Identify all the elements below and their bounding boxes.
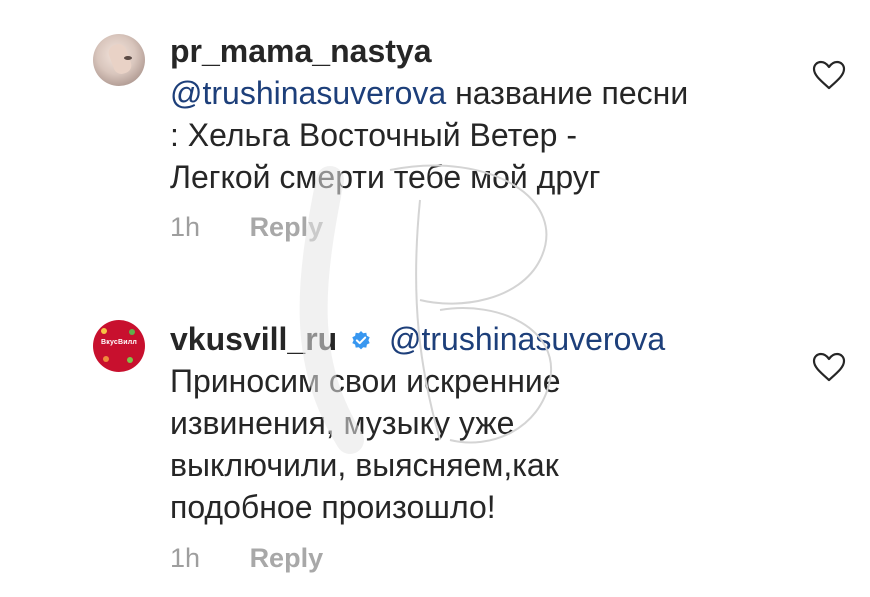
comment-meta: 1h Reply	[170, 543, 323, 574]
mention-link[interactable]: @trushinasuverova	[389, 321, 665, 357]
comment-text-line: Приносим свои искренние	[170, 363, 561, 399]
mention-link[interactable]: @trushinasuverova	[170, 75, 446, 111]
comment-meta: 1h Reply	[170, 212, 323, 243]
comment-text: название песни	[446, 75, 689, 111]
comment-text-line: @trushinasuverova название песни	[170, 72, 770, 114]
reply-button[interactable]: Reply	[250, 212, 324, 243]
verified-badge-icon	[352, 331, 370, 350]
avatar-eye-shape	[124, 56, 132, 60]
username-line: pr_mama_nastya	[170, 30, 770, 72]
comment-text-line: извинения, музыку уже	[170, 405, 515, 441]
comment-body: pr_mama_nastya @trushinasuverova названи…	[170, 30, 770, 198]
avatar-decor-dot	[101, 328, 107, 334]
avatar[interactable]	[93, 34, 145, 86]
comment-text-line: подобное произошло!	[170, 489, 496, 525]
comment-text-line: Легкой смерти тебе мой друг	[170, 159, 601, 195]
avatar-decor-dot	[103, 356, 109, 362]
comment-text-line: выключили, выясняем,как	[170, 447, 559, 483]
heart-outline-icon[interactable]	[812, 352, 846, 382]
avatar-brand-text: ВкусВилл	[100, 339, 138, 346]
username-link[interactable]: pr_mama_nastya	[170, 33, 431, 69]
avatar-decor-dot	[129, 329, 135, 335]
username-line: vkusvill_ru @trushinasuverova	[170, 318, 770, 360]
heart-outline-icon[interactable]	[812, 60, 846, 90]
comment-timestamp: 1h	[170, 212, 201, 242]
comment-body: vkusvill_ru @trushinasuverova Приносим с…	[170, 318, 770, 528]
avatar-decor-dot	[127, 357, 133, 363]
reply-button[interactable]: Reply	[250, 543, 324, 574]
comment-timestamp: 1h	[170, 543, 201, 573]
username-link[interactable]: vkusvill_ru	[170, 321, 337, 357]
comment-text-line: : Хельга Восточный Ветер -	[170, 117, 578, 153]
avatar[interactable]: ВкусВилл	[93, 320, 145, 372]
